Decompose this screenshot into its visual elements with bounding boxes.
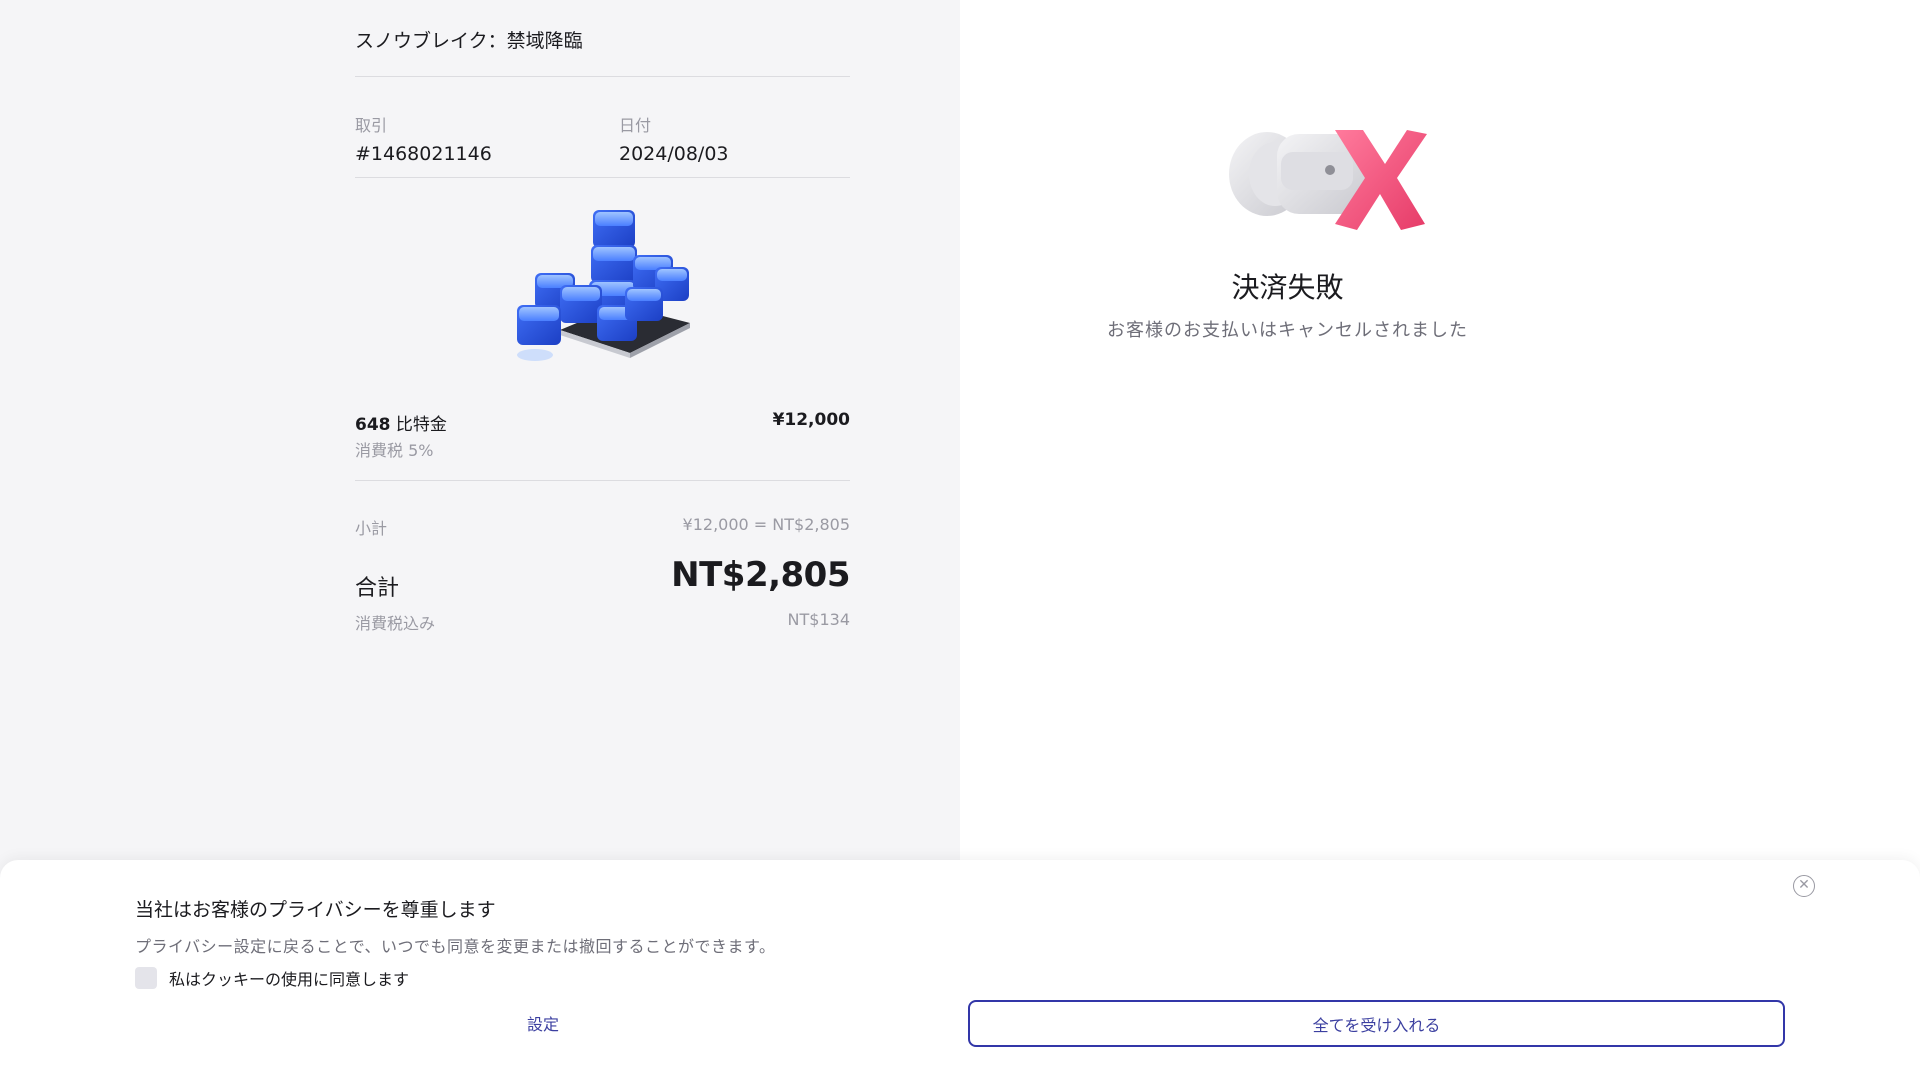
item-currency-name: 比特金 bbox=[395, 415, 447, 435]
transaction-label: 取引 bbox=[355, 116, 388, 135]
cookie-consent-row: 私はクッキーの使用に同意します bbox=[135, 966, 409, 990]
cookie-settings-button[interactable]: 設定 bbox=[488, 1000, 598, 1046]
divider bbox=[355, 480, 850, 481]
cookie-consent-label: 私はクッキーの使用に同意します bbox=[169, 970, 410, 989]
total-value: NT$2,805 bbox=[671, 555, 850, 595]
tax-included-label: 消費税込み bbox=[355, 614, 436, 633]
date-value: 2024/08/03 bbox=[619, 143, 729, 165]
divider bbox=[355, 177, 850, 178]
item-quantity: 648 bbox=[355, 415, 391, 435]
tax-included-value: NT$134 bbox=[787, 610, 850, 629]
total-label: 合計 bbox=[355, 576, 400, 601]
transaction-value: #1468021146 bbox=[355, 143, 492, 165]
date-label: 日付 bbox=[619, 116, 652, 135]
product-cubes-image bbox=[517, 210, 690, 361]
subtotal-label: 小計 bbox=[355, 519, 388, 538]
item-price: ¥12,000 bbox=[772, 410, 850, 430]
payment-failed-subtitle: お客様のお支払いはキャンセルされました bbox=[1107, 320, 1468, 341]
cookie-banner-title: 当社はお客様のプライバシーを尊重します bbox=[135, 899, 496, 921]
close-circle-icon[interactable]: ✕ bbox=[1793, 875, 1815, 897]
item-name: 648 比特金 bbox=[355, 410, 447, 435]
payment-failed-title: 決済失敗 bbox=[1231, 271, 1344, 304]
accept-all-cookies-button[interactable]: 全てを受け入れる bbox=[968, 1000, 1785, 1047]
item-tax: 消費税 5% bbox=[355, 441, 434, 460]
divider bbox=[355, 76, 850, 77]
subtotal-value: ¥12,000 = NT$2,805 bbox=[682, 515, 850, 534]
payment-failed-icon bbox=[1229, 130, 1427, 230]
game-title: スノウブレイク：禁域降臨 bbox=[355, 30, 583, 52]
cookie-consent-checkbox[interactable] bbox=[135, 967, 157, 989]
cookie-banner-description: プライバシー設定に戻ることで、いつでも同意を変更または撤回することができます。 bbox=[135, 937, 776, 956]
